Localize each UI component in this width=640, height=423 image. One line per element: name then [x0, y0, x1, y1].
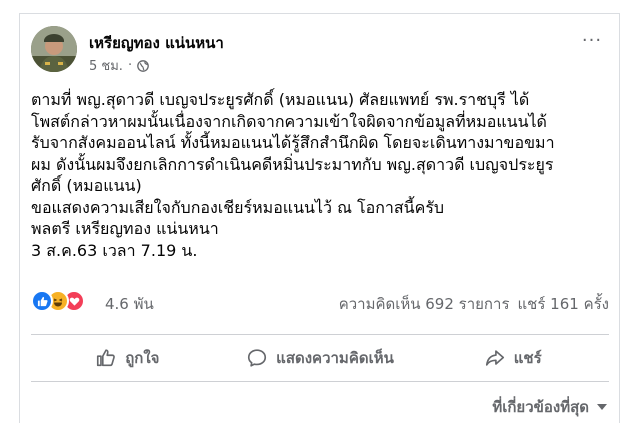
- reaction-count[interactable]: 4.6 พัน: [105, 292, 154, 316]
- reactions-bar: 4.6 พัน ความคิดเห็น 692 รายการ แชร์ 161 …: [31, 290, 609, 314]
- comment-button[interactable]: แสดงความคิดเห็น: [224, 335, 417, 381]
- like-button[interactable]: ถูกใจ: [31, 335, 224, 381]
- comment-count[interactable]: ความคิดเห็น 692 รายการ: [339, 292, 510, 316]
- share-icon: [485, 350, 504, 366]
- post-text-line: 3 ส.ค.63 เวลา 7.19 น.: [31, 240, 198, 260]
- globe-icon[interactable]: [137, 59, 149, 72]
- post-stats: ความคิดเห็น 692 รายการ แชร์ 161 ครั้ง: [339, 292, 609, 316]
- meta-separator: ·: [127, 58, 133, 73]
- post-body: ตามที่ พญ.สุดาวดี เบญจประยูรศักดิ์ (หมอแ…: [31, 89, 616, 261]
- thumbs-up-icon: [97, 349, 116, 367]
- share-label: แชร์: [513, 349, 542, 367]
- post-header: เหรียญทอง แน่นหนา 5 ชม. · ···: [31, 26, 606, 74]
- post-text-line: พลตรี เหรียญทอง แน่นหนา: [31, 219, 219, 238]
- post-text-line: ผม ดังนั้นผมจึงยกเลิกการดำเนินคดีหมิ่นปร…: [31, 154, 554, 174]
- share-count[interactable]: แชร์ 161 ครั้ง: [518, 292, 610, 316]
- post-text-line: รับจากสังคมออนไลน์ ทั้งนี้หมอแนนได้รู้สึ…: [31, 133, 555, 152]
- like-reaction-icon: [31, 290, 53, 312]
- post-text-line: ขอแสดงความเสียใจกับกองเชียร์หมอแนนไว้ ณ …: [31, 197, 445, 217]
- avatar-image: [31, 26, 77, 72]
- comment-label: แสดงความคิดเห็น: [276, 349, 394, 367]
- post-text-line: ศักดิ์ (หมอแนน): [31, 176, 142, 195]
- post-card: เหรียญทอง แน่นหนา 5 ชม. · ··· ตามที่ พญ.…: [19, 13, 620, 423]
- post-meta: 5 ชม. ·: [89, 55, 149, 76]
- post-text-line: ตามที่ พญ.สุดาวดี เบญจประยูรศักดิ์ (หมอแ…: [31, 90, 530, 109]
- divider: [31, 381, 609, 382]
- sort-label: ที่เกี่ยวข้องที่สุด: [492, 398, 589, 416]
- post-time[interactable]: 5 ชม.: [89, 55, 123, 76]
- reaction-icons[interactable]: [31, 290, 85, 312]
- comment-icon: [248, 349, 267, 367]
- post-text-line: โพสต์กล่าวหาผมนั้นเนื่องจากเกิดจากความเข…: [31, 111, 547, 131]
- comment-sort-dropdown[interactable]: ที่เกี่ยวข้องที่สุด: [492, 395, 607, 419]
- like-label: ถูกใจ: [125, 349, 160, 367]
- avatar[interactable]: [31, 26, 77, 72]
- chevron-down-icon: [597, 404, 607, 410]
- author-name[interactable]: เหรียญทอง แน่นหนา: [89, 31, 224, 55]
- share-button[interactable]: แชร์: [416, 335, 609, 381]
- more-options-icon[interactable]: ···: [578, 30, 606, 51]
- action-bar: ถูกใจ แสดงความคิดเห็น แชร์: [31, 335, 609, 381]
